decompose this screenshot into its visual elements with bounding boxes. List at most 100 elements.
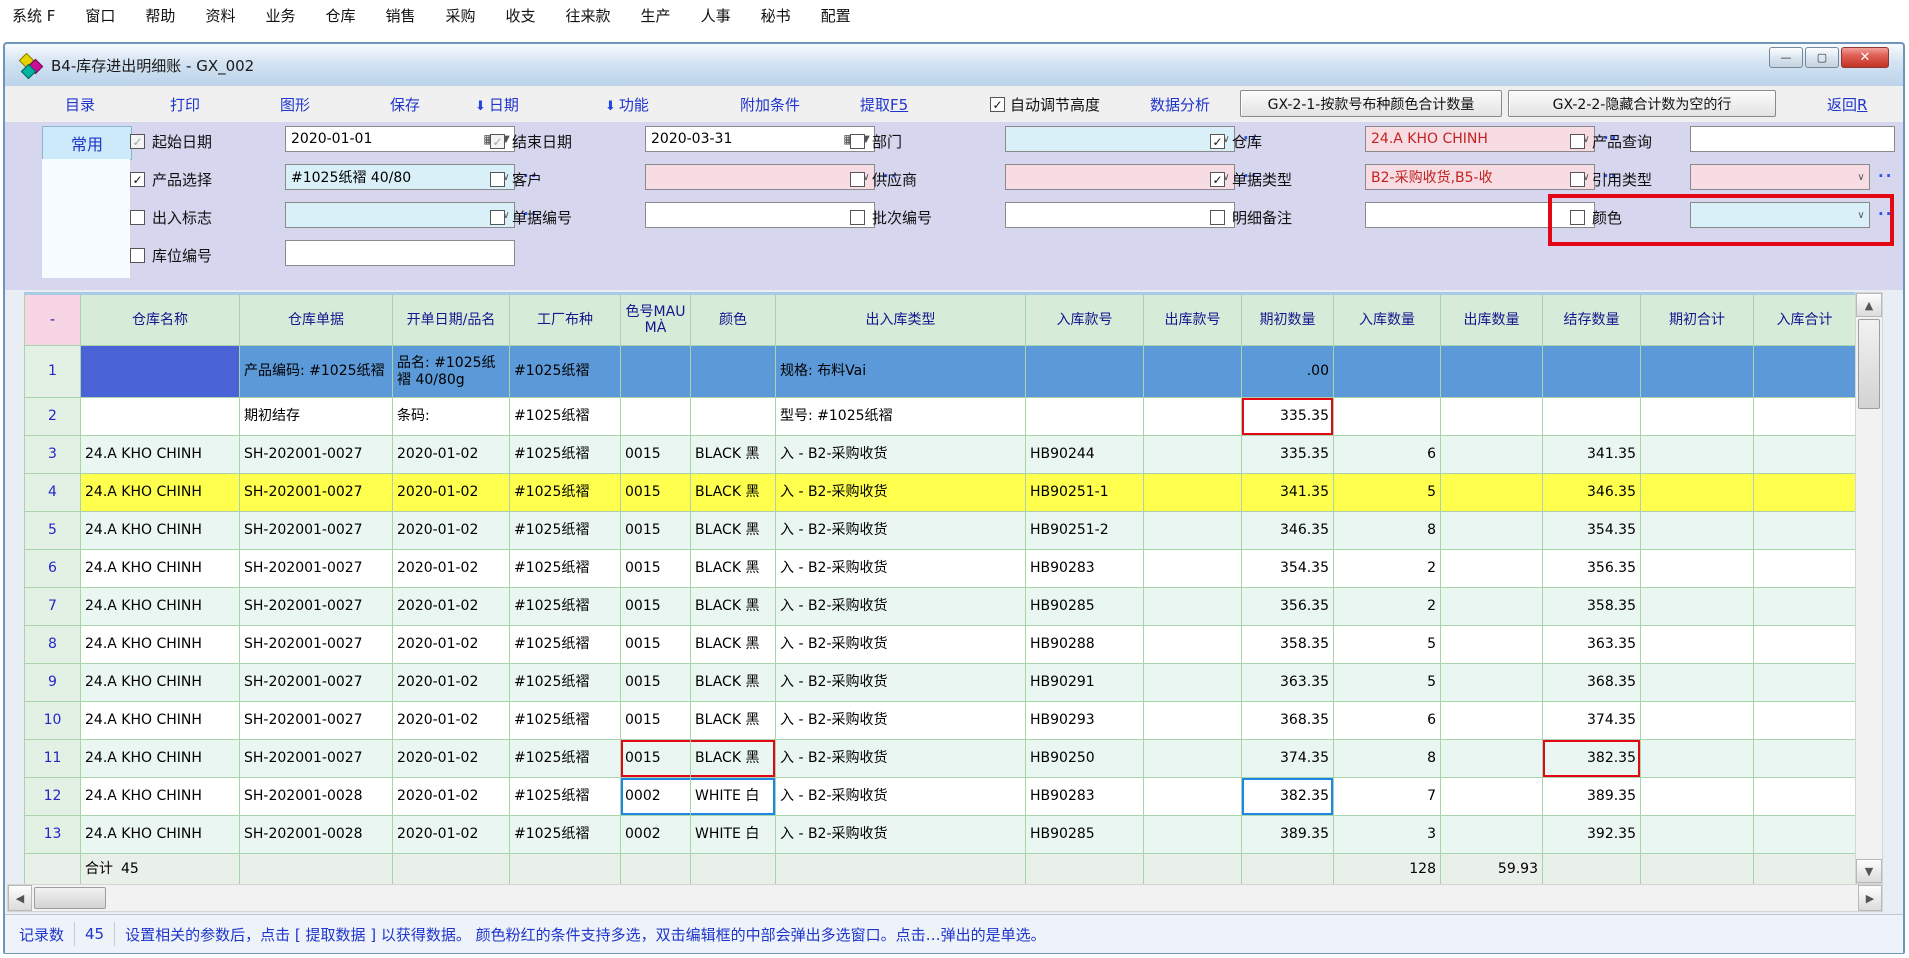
- table-cell[interactable]: 入 - B2-采购收货: [776, 702, 1026, 740]
- checkbox-icon[interactable]: ✓: [490, 134, 505, 149]
- table-row[interactable]: 1324.A KHO CHINHSH-202001-00282020-01-02…: [25, 816, 1856, 854]
- row-index[interactable]: 7: [25, 588, 81, 626]
- row-index[interactable]: 1: [25, 346, 81, 398]
- row-index[interactable]: 3: [25, 436, 81, 474]
- table-cell[interactable]: [1441, 436, 1543, 474]
- table-cell[interactable]: 0015: [621, 740, 691, 778]
- table-cell[interactable]: [1144, 778, 1242, 816]
- table-cell[interactable]: 0015: [621, 512, 691, 550]
- table-cell[interactable]: 0015: [621, 550, 691, 588]
- common-tab-button[interactable]: 常用: [42, 126, 132, 160]
- more-options-dots[interactable]: ··: [1878, 205, 1893, 223]
- filter-checkbox-产品查询[interactable]: 产品查询: [1570, 131, 1652, 152]
- filter-dropdown-产品选择[interactable]: #1025纸褶 40/80∨: [285, 164, 515, 190]
- checkbox-icon[interactable]: [850, 172, 865, 187]
- scroll-up-button[interactable]: ▲: [1856, 293, 1882, 317]
- table-cell[interactable]: [1641, 474, 1754, 512]
- table-cell[interactable]: [1334, 346, 1441, 398]
- table-cell[interactable]: SH-202001-0027: [240, 626, 393, 664]
- table-cell[interactable]: [1543, 346, 1641, 398]
- table-cell[interactable]: 0015: [621, 474, 691, 512]
- filter-checkbox-单据类型[interactable]: ✓单据类型: [1210, 169, 1292, 190]
- column-header[interactable]: 开单日期/品名: [393, 294, 510, 346]
- filter-checkbox-部门[interactable]: 部门: [850, 131, 902, 152]
- column-header[interactable]: 期初合计: [1641, 294, 1754, 346]
- filter-dropdown-仓库[interactable]: 24.A KHO CHINH∨: [1365, 126, 1595, 152]
- table-cell[interactable]: BLACK 黑: [691, 588, 776, 626]
- table-cell[interactable]: 2020-01-02: [393, 816, 510, 854]
- table-cell[interactable]: 363.35: [1543, 626, 1641, 664]
- table-cell[interactable]: 2020-01-02: [393, 664, 510, 702]
- filter-checkbox-客户[interactable]: 客户: [490, 169, 542, 190]
- checkbox-icon[interactable]: [1570, 210, 1585, 225]
- table-cell[interactable]: #1025纸褶: [510, 436, 621, 474]
- table-cell[interactable]: 6: [1334, 436, 1441, 474]
- table-cell[interactable]: 2020-01-02: [393, 550, 510, 588]
- column-header[interactable]: 出库数量: [1441, 294, 1543, 346]
- filter-checkbox-库位编号[interactable]: 库位编号: [130, 245, 212, 266]
- scroll-down-button[interactable]: ▼: [1856, 859, 1882, 883]
- filter-input-明细备注[interactable]: [1365, 202, 1595, 228]
- checkbox-icon[interactable]: [850, 134, 865, 149]
- filter-input-单据编号[interactable]: [645, 202, 875, 228]
- table-cell[interactable]: 6: [1334, 702, 1441, 740]
- table-cell[interactable]: [1543, 398, 1641, 436]
- table-cell[interactable]: [1334, 398, 1441, 436]
- column-header[interactable]: 仓库单据: [240, 294, 393, 346]
- table-cell[interactable]: 5: [1334, 474, 1441, 512]
- table-cell[interactable]: 389.35: [1543, 778, 1641, 816]
- chevron-down-icon[interactable]: ∨: [1853, 172, 1869, 183]
- row-index[interactable]: 6: [25, 550, 81, 588]
- table-cell[interactable]: [1441, 702, 1543, 740]
- table-cell[interactable]: [1441, 474, 1543, 512]
- table-cell[interactable]: 品名: #1025纸褶 40/80g: [393, 346, 510, 398]
- table-cell[interactable]: 产品编码: #1025纸褶: [240, 346, 393, 398]
- table-cell[interactable]: [81, 398, 240, 436]
- table-cell[interactable]: 24.A KHO CHINH: [81, 512, 240, 550]
- gx22-button[interactable]: GX-2-2-隐藏合计数为空的行: [1508, 90, 1776, 117]
- table-cell[interactable]: [1641, 702, 1754, 740]
- table-cell[interactable]: SH-202001-0027: [240, 664, 393, 702]
- table-cell[interactable]: [1144, 816, 1242, 854]
- table-cell[interactable]: 0015: [621, 664, 691, 702]
- filter-checkbox-引用类型[interactable]: 引用类型: [1570, 169, 1652, 190]
- toolbar-link-5[interactable]: ⬇日期: [475, 94, 519, 115]
- checkbox-icon[interactable]: [1210, 210, 1225, 225]
- row-index[interactable]: 5: [25, 512, 81, 550]
- table-cell[interactable]: 8: [1334, 740, 1441, 778]
- table-cell[interactable]: 条码:: [393, 398, 510, 436]
- chevron-down-icon[interactable]: ∨: [1853, 210, 1869, 221]
- table-cell[interactable]: [1026, 346, 1144, 398]
- filter-dropdown-引用类型[interactable]: ∨: [1690, 164, 1870, 190]
- menu-item[interactable]: 仓库: [325, 5, 355, 26]
- vertical-scroll-thumb[interactable]: [1858, 319, 1880, 409]
- table-row[interactable]: 2期初结存条码:#1025纸褶型号: #1025纸褶335.35: [25, 398, 1856, 436]
- table-cell[interactable]: HB90283: [1026, 778, 1144, 816]
- table-cell[interactable]: HB90291: [1026, 664, 1144, 702]
- table-row[interactable]: 724.A KHO CHINHSH-202001-00272020-01-02#…: [25, 588, 1856, 626]
- table-cell[interactable]: 入 - B2-采购收货: [776, 474, 1026, 512]
- table-cell[interactable]: #1025纸褶: [510, 778, 621, 816]
- table-cell[interactable]: 2: [1334, 550, 1441, 588]
- table-cell[interactable]: SH-202001-0027: [240, 436, 393, 474]
- table-cell[interactable]: 24.A KHO CHINH: [81, 778, 240, 816]
- table-cell[interactable]: HB90288: [1026, 626, 1144, 664]
- table-cell[interactable]: 341.35: [1242, 474, 1334, 512]
- table-cell[interactable]: [1441, 512, 1543, 550]
- table-cell[interactable]: [1144, 436, 1242, 474]
- table-cell[interactable]: [1754, 626, 1856, 664]
- table-row[interactable]: 324.A KHO CHINHSH-202001-00272020-01-02#…: [25, 436, 1856, 474]
- toolbar-link-2[interactable]: 打印: [170, 94, 200, 115]
- checkbox-icon[interactable]: [130, 210, 145, 225]
- table-cell[interactable]: [1441, 550, 1543, 588]
- table-cell[interactable]: 7: [1334, 778, 1441, 816]
- table-cell[interactable]: 5: [1334, 664, 1441, 702]
- data-analysis-link[interactable]: 数据分析: [1150, 94, 1210, 115]
- filter-dropdown-结束日期[interactable]: 2020-03-31▦▼: [645, 126, 875, 152]
- table-cell[interactable]: 5: [1334, 626, 1441, 664]
- table-cell[interactable]: 382.35: [1543, 740, 1641, 778]
- table-cell[interactable]: 368.35: [1543, 664, 1641, 702]
- table-cell[interactable]: [1641, 664, 1754, 702]
- table-cell[interactable]: [1441, 588, 1543, 626]
- table-cell[interactable]: HB90293: [1026, 702, 1144, 740]
